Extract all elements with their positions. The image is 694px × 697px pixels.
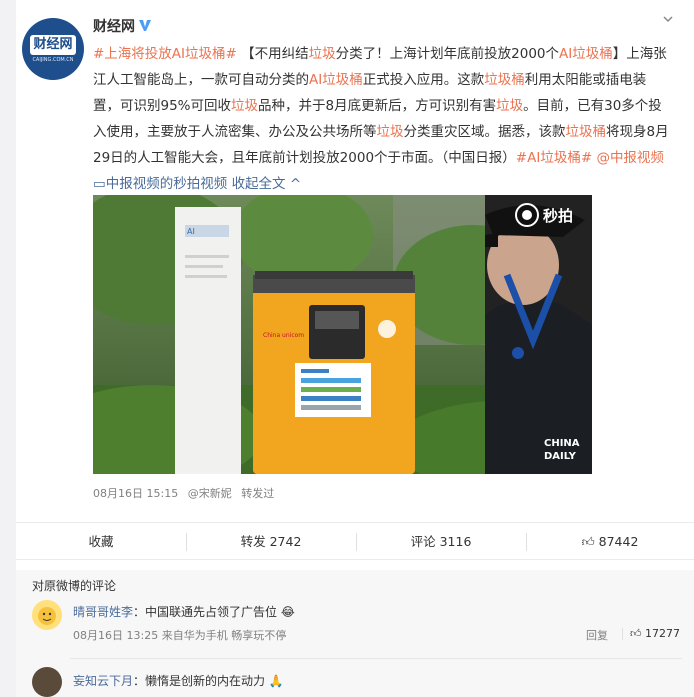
action-bar: 收藏 转发 2742 评论 3116 👍︎ 87442 [16, 522, 694, 560]
comments-panel: 对原微博的评论 晴哥哥姓李：中国联通先占领了广告位 😂 08月16日 13:25… [16, 570, 694, 697]
username[interactable]: 财经网 [93, 16, 135, 36]
keyword-link[interactable]: AI垃圾桶 [559, 46, 613, 62]
keyword-link[interactable]: 垃圾桶 [484, 72, 525, 88]
repost-via[interactable]: @宋新妮 [188, 487, 232, 500]
repost-button[interactable]: 转发 2742 [186, 523, 356, 561]
comment-username[interactable]: 妄知云下月 [73, 674, 133, 688]
avatar-logo: 财经网 [30, 35, 76, 55]
comment-avatar[interactable] [32, 667, 62, 697]
sign-brand: AI [187, 227, 195, 236]
video-link[interactable]: ▭中报视频的秒拍视频 [93, 176, 227, 192]
post-time[interactable]: 08月16日 15:15 [93, 487, 178, 500]
verified-icon [139, 20, 151, 31]
keyword-link[interactable]: AI垃圾桶 [309, 72, 363, 88]
keyword-link[interactable]: 垃圾 [496, 98, 523, 114]
comment-divider [70, 658, 682, 659]
brand-line1: CHINA [544, 438, 580, 449]
bin-brand: China unicom [263, 332, 304, 339]
divider [622, 628, 623, 640]
chevron-down-icon[interactable] [661, 12, 675, 26]
keyword-link[interactable]: 垃圾桶 [566, 124, 607, 140]
keyword-link[interactable]: 垃圾 [309, 46, 336, 62]
comment-button[interactable]: 评论 3116 [356, 523, 526, 561]
keyword-link[interactable]: 垃圾 [231, 98, 258, 114]
comment-meta: 08月16日 13:25 来自华为手机 畅享玩不停 [73, 629, 287, 642]
video-player[interactable]: AI China unicom 秒拍 CHINA DAILY [93, 195, 592, 474]
comment-username[interactable]: 晴哥哥姓李 [73, 605, 133, 619]
post-meta: 08月16日 15:15 @宋新妮 转发过 [93, 485, 280, 501]
comments-title: 对原微博的评论 [32, 579, 117, 593]
video-icon: ▭ [93, 176, 106, 192]
comment-avatar[interactable] [32, 600, 62, 630]
mention-link[interactable]: @中报视频 [596, 150, 664, 166]
collapse-link[interactable]: 收起全文 ^ [232, 176, 302, 192]
laugh-emoji-icon: 😂 [280, 605, 295, 619]
topic-link[interactable]: #上海将投放AI垃圾桶# [93, 46, 237, 62]
avatar[interactable]: 财经网 CAIJING.COM.CN [22, 18, 84, 80]
pray-emoji-icon: 🙏 [268, 674, 284, 688]
video-watermark: 秒拍 [543, 207, 573, 225]
comment-body: 妄知云下月：懒惰是创新的内在动力 🙏 [73, 674, 284, 688]
repost-status: 转发过 [241, 487, 275, 500]
post-text: #上海将投放AI垃圾桶# 【不用纠结垃圾分类了！上海计划年底前投放2000个AI… [93, 46, 669, 192]
thumbs-up-icon: 👍︎ [581, 534, 595, 549]
avatar-logo-sub: CAIJING.COM.CN [32, 57, 74, 63]
comment-body: 晴哥哥姓李：中国联通先占领了广告位 😂 [73, 605, 295, 619]
comment-like-button[interactable]: 👍︎ 17277 [630, 627, 680, 640]
thumbs-up-icon: 👍︎ [630, 627, 642, 640]
like-button[interactable]: 👍︎ 87442 [526, 523, 694, 561]
topic-link[interactable]: #AI垃圾桶# [516, 150, 592, 166]
reply-button[interactable]: 回复 [586, 627, 608, 643]
chevron-up-icon: ^ [285, 176, 302, 192]
emoji-face-icon [38, 607, 56, 625]
favorite-button[interactable]: 收藏 [16, 523, 186, 561]
video-frame: AI China unicom 秒拍 CHINA DAILY [93, 195, 592, 474]
keyword-link[interactable]: 垃圾 [377, 124, 404, 140]
brand-line2: DAILY [544, 451, 577, 462]
